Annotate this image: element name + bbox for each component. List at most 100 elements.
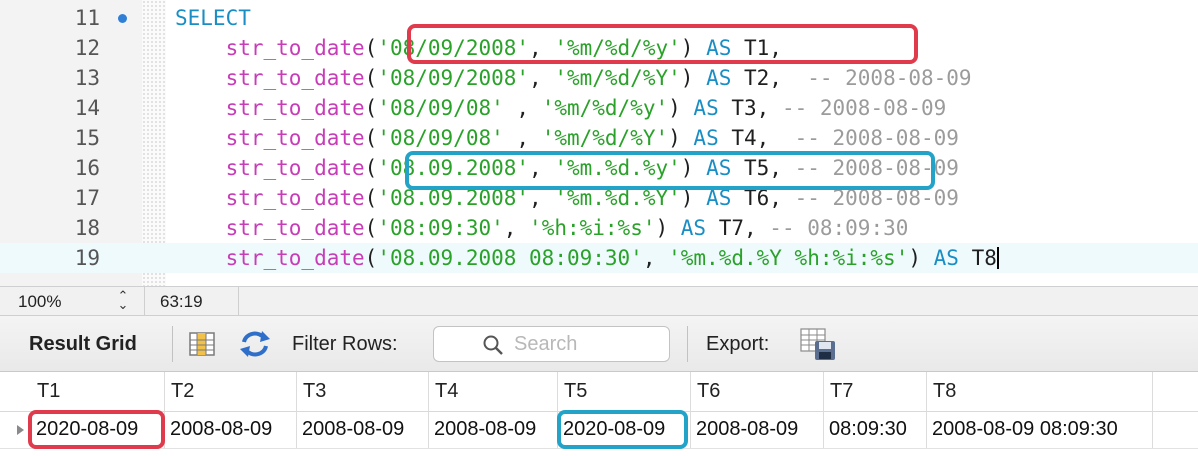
- editor-status-bar: 100% ⌃ ⌄ 63:19: [0, 286, 1198, 317]
- code-line[interactable]: 11 SELECT: [0, 3, 1198, 33]
- column-header-t5[interactable]: T5: [558, 372, 691, 411]
- code-line[interactable]: 17 str_to_date('08.09.2008', '%m.%d.%Y')…: [0, 183, 1198, 213]
- column-header-t4[interactable]: T4: [429, 372, 558, 411]
- code-token: '%m/%d/%y': [554, 36, 681, 60]
- code-token: AS: [706, 36, 732, 60]
- result-toolbar: Result Grid Filter Rows: Export:: [0, 316, 1198, 372]
- table-cell[interactable]: 2020-08-09: [31, 411, 165, 448]
- table-cell[interactable]: 2008-08-09: [691, 411, 824, 448]
- code-token: T6,: [731, 186, 795, 210]
- zoom-stepper[interactable]: ⌃ ⌄: [114, 289, 132, 312]
- code-token: (: [364, 66, 378, 90]
- code-token: ,: [503, 126, 542, 150]
- zoom-level: 100%: [18, 292, 62, 311]
- code-text[interactable]: str_to_date('08/09/2008', '%m/%d/%Y') AS…: [175, 66, 972, 90]
- code-token: (: [364, 216, 378, 240]
- result-grid-label[interactable]: Result Grid: [29, 333, 137, 356]
- code-token: '08.09.2008': [377, 156, 530, 180]
- code-token: -- 2008-08-09: [794, 186, 959, 210]
- code-text[interactable]: str_to_date('08/09/2008', '%m/%d/%y') AS…: [175, 36, 782, 60]
- code-line[interactable]: 19 str_to_date('08.09.2008 08:09:30', '%…: [0, 243, 1198, 273]
- table-cell[interactable]: 2008-08-09: [297, 411, 429, 448]
- code-token: str_to_date: [175, 246, 365, 270]
- code-token: AS: [706, 66, 732, 90]
- code-line[interactable]: 13 str_to_date('08/09/2008', '%m/%d/%Y')…: [0, 63, 1198, 93]
- code-token: -- 08:09:30: [769, 216, 909, 240]
- code-token: AS: [693, 96, 719, 120]
- code-token: ,: [503, 96, 542, 120]
- column-header-t7[interactable]: T7: [824, 372, 927, 411]
- code-token: '%m/%d/%Y': [541, 126, 669, 150]
- code-token: str_to_date: [175, 156, 365, 180]
- export-label: Export:: [706, 333, 770, 355]
- code-token: (: [364, 186, 378, 210]
- code-token: ): [668, 96, 694, 120]
- code-line[interactable]: 12 str_to_date('08/09/2008', '%m/%d/%y')…: [0, 33, 1198, 63]
- code-token: '08/09/2008': [377, 66, 530, 90]
- refresh-icon[interactable]: [238, 329, 272, 359]
- filter-rows-label: Filter Rows:: [292, 333, 398, 355]
- result-grid[interactable]: T1 T2 T3 T4 T5 T6 T7 T8 2020-08-09 2008-08-09 200…: [0, 372, 1198, 456]
- table-cell[interactable]: 2008-08-09 08:09:30: [927, 411, 1153, 448]
- code-line[interactable]: 18 str_to_date('08:09:30', '%h:%i:%s') A…: [0, 213, 1198, 243]
- code-line[interactable]: 15 str_to_date('08/09/08' , '%m/%d/%Y') …: [0, 123, 1198, 153]
- toolbar-separator: [172, 326, 173, 362]
- line-number: 16: [74, 156, 100, 180]
- grid-layout-icon[interactable]: [188, 330, 216, 358]
- code-token: -- 2008-08-09: [794, 126, 959, 150]
- code-token: str_to_date: [175, 96, 365, 120]
- code-token: AS: [933, 246, 959, 270]
- code-token: ): [680, 156, 707, 180]
- line-number: 17: [74, 186, 100, 210]
- code-token: T1,: [731, 36, 782, 60]
- search-icon: [483, 335, 503, 355]
- sql-editor[interactable]: 11 SELECT 12 str_to_date('08/09/2008', '%m…: [0, 0, 1198, 286]
- column-header-t6[interactable]: T6: [691, 372, 824, 411]
- export-icon[interactable]: [800, 327, 838, 361]
- code-token: T8: [958, 246, 997, 270]
- row-selector-icon[interactable]: [17, 425, 24, 435]
- code-line[interactable]: 14 str_to_date('08/09/08' , '%m/%d/%y') …: [0, 93, 1198, 123]
- code-token: ): [908, 246, 934, 270]
- code-token: ,: [529, 186, 555, 210]
- code-token: str_to_date: [175, 186, 365, 210]
- line-number: 18: [74, 216, 100, 240]
- code-text[interactable]: str_to_date('08/09/08' , '%m/%d/%Y') AS …: [175, 126, 959, 150]
- cursor-position: 63:19: [160, 292, 203, 311]
- code-text[interactable]: str_to_date('08.09.2008', '%m.%d.%y') AS…: [175, 156, 959, 180]
- code-token: (: [364, 246, 378, 270]
- column-header-t8[interactable]: T8: [927, 372, 1153, 411]
- statement-marker-icon[interactable]: [118, 14, 127, 23]
- code-token: AS: [706, 186, 732, 210]
- search-input[interactable]: [514, 331, 664, 357]
- line-number: 11: [74, 6, 100, 30]
- column-header-t3[interactable]: T3: [297, 372, 429, 411]
- column-header-t1[interactable]: T1: [31, 372, 165, 411]
- code-token: '08.09.2008': [377, 186, 530, 210]
- code-token: ): [655, 216, 681, 240]
- chevron-down-icon[interactable]: ⌄: [118, 297, 129, 312]
- table-cell[interactable]: 08:09:30: [824, 411, 927, 448]
- code-token: '%m.%d.%Y': [554, 186, 681, 210]
- table-cell[interactable]: 2020-08-09: [558, 411, 691, 448]
- table-cell[interactable]: 2008-08-09: [429, 411, 558, 448]
- code-text[interactable]: str_to_date('08:09:30', '%h:%i:%s') AS T…: [175, 216, 909, 240]
- line-number: 13: [74, 66, 100, 90]
- grid-header-row: T1 T2 T3 T4 T5 T6 T7 T8: [0, 372, 1198, 412]
- code-token: ): [680, 66, 707, 90]
- filter-search-box[interactable]: [433, 326, 670, 362]
- code-token: (: [364, 156, 378, 180]
- code-text[interactable]: SELECT: [175, 6, 251, 30]
- column-header-t2[interactable]: T2: [165, 372, 297, 411]
- code-text[interactable]: str_to_date('08/09/08' , '%m/%d/%y') AS …: [175, 96, 947, 120]
- code-token: (: [364, 126, 378, 150]
- code-text[interactable]: str_to_date('08.09.2008', '%m.%d.%Y') AS…: [175, 186, 959, 210]
- code-token: (: [364, 96, 378, 120]
- code-token: ,: [529, 156, 555, 180]
- table-cell[interactable]: 2008-08-09: [165, 411, 297, 448]
- code-token: -- 2008-08-09: [794, 156, 959, 180]
- table-row[interactable]: 2020-08-09 2008-08-09 2008-08-09 2008-08-09…: [0, 411, 1198, 449]
- toolbar-separator: [687, 326, 688, 362]
- code-text[interactable]: str_to_date('08.09.2008 08:09:30', '%m.%…: [175, 246, 999, 270]
- code-line[interactable]: 16 str_to_date('08.09.2008', '%m.%d.%y')…: [0, 153, 1198, 183]
